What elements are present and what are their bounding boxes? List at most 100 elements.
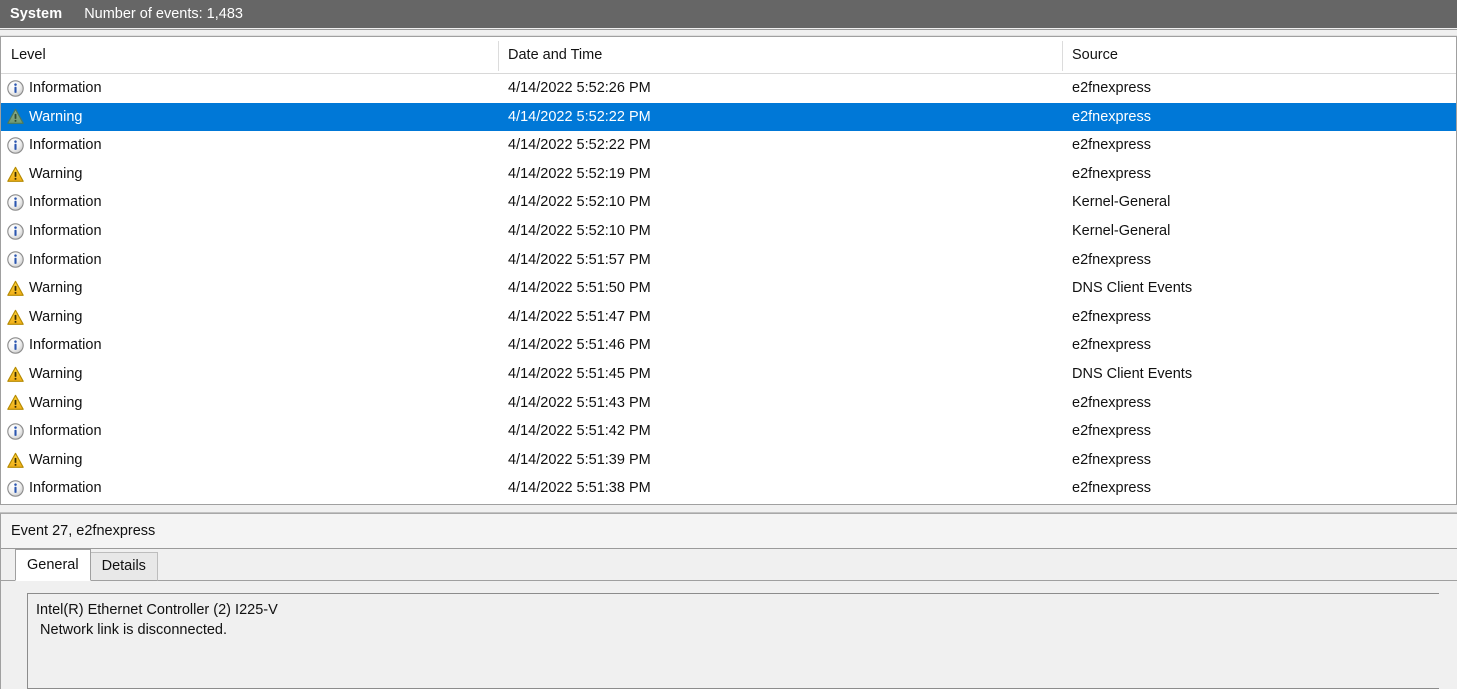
level-label: Warning bbox=[29, 108, 83, 125]
information-icon bbox=[7, 223, 24, 240]
source-label: e2fnexpress bbox=[1072, 165, 1151, 182]
top-splitter bbox=[0, 28, 1457, 36]
pane-splitter[interactable] bbox=[0, 505, 1457, 513]
level-label: Information bbox=[29, 251, 102, 268]
source-label: e2fnexpress bbox=[1072, 451, 1151, 468]
cell-source: e2fnexpress bbox=[1072, 131, 1151, 160]
source-label: DNS Client Events bbox=[1072, 365, 1193, 382]
event-list-header: Level Date and Time Source bbox=[1, 37, 1456, 74]
event-description-box[interactable]: Intel(R) Ethernet Controller (2) I225-V … bbox=[27, 593, 1439, 689]
column-header-date-and-time[interactable]: Date and Time bbox=[508, 37, 602, 73]
cell-level: Information bbox=[7, 417, 102, 446]
table-row[interactable]: Warning 4/14/2022 5:52:19 PM e2fnexpress bbox=[1, 160, 1456, 189]
table-row[interactable]: Warning 4/14/2022 5:51:50 PM DNS Client Ev… bbox=[1, 274, 1456, 303]
cell-source: Kernel-General bbox=[1072, 217, 1170, 246]
date-and-time-label: 4/14/2022 5:51:45 PM bbox=[508, 365, 651, 382]
level-label: Information bbox=[29, 80, 102, 96]
source-label: e2fnexpress bbox=[1072, 480, 1151, 497]
cell-source: Kernel-General bbox=[1072, 188, 1170, 217]
cell-date-and-time: 4/14/2022 5:52:22 PM bbox=[508, 131, 651, 160]
table-row[interactable]: Warning 4/14/2022 5:52:22 PM e2fnexpress bbox=[1, 102, 1456, 132]
source-label: e2fnexpress bbox=[1072, 137, 1151, 154]
cell-source: e2fnexpress bbox=[1072, 160, 1151, 189]
cell-date-and-time: 4/14/2022 5:51:47 PM bbox=[508, 303, 651, 332]
row-selection-highlight bbox=[1, 102, 1456, 132]
log-name-label: System bbox=[10, 6, 63, 22]
level-label: Warning bbox=[29, 451, 83, 468]
cell-date-and-time: 4/14/2022 5:51:39 PM bbox=[508, 446, 651, 475]
cell-date-and-time: 4/14/2022 5:51:38 PM bbox=[508, 474, 651, 503]
information-icon bbox=[7, 137, 24, 154]
cell-source: DNS Client Events bbox=[1072, 360, 1192, 389]
warning-icon bbox=[7, 309, 24, 325]
source-label: e2fnexpress bbox=[1072, 423, 1151, 440]
information-icon bbox=[7, 337, 24, 354]
information-icon bbox=[7, 251, 24, 269]
cell-source: e2fnexpress bbox=[1072, 246, 1151, 275]
cell-level: Information bbox=[7, 331, 102, 360]
cell-source: e2fnexpress bbox=[1072, 331, 1151, 360]
event-detail-title: Event 27, e2fnexpress bbox=[11, 523, 156, 539]
event-list-rows: Information 4/14/2022 5:52:26 PM e2fnexpre… bbox=[1, 74, 1456, 503]
table-row[interactable]: Warning 4/14/2022 5:51:43 PM e2fnexpress bbox=[1, 389, 1456, 418]
column-header-source[interactable]: Source bbox=[1072, 37, 1118, 73]
table-row[interactable]: Information 4/14/2022 5:52:10 PM Kernel-Ge… bbox=[1, 188, 1456, 217]
column-divider-2[interactable] bbox=[1062, 41, 1063, 71]
table-row[interactable]: Warning 4/14/2022 5:51:39 PM e2fnexpress bbox=[1, 446, 1456, 475]
cell-date-and-time: 4/14/2022 5:52:26 PM bbox=[508, 74, 651, 103]
warning-icon bbox=[7, 166, 24, 182]
cell-date-and-time: 4/14/2022 5:51:46 PM bbox=[508, 331, 651, 360]
level-label: Warning bbox=[29, 365, 83, 382]
information-icon bbox=[7, 194, 24, 211]
table-row[interactable]: Information 4/14/2022 5:52:22 PM e2fnexpre… bbox=[1, 131, 1456, 160]
cell-level: Information bbox=[7, 246, 102, 275]
event-description-line: Intel(R) Ethernet Controller (2) I225-V bbox=[36, 602, 278, 618]
table-row[interactable]: Information 4/14/2022 5:51:46 PM e2fnexpre… bbox=[1, 331, 1456, 360]
table-row[interactable]: Information 4/14/2022 5:52:10 PM Kernel-Ge… bbox=[1, 217, 1456, 246]
table-row[interactable]: Information 4/14/2022 5:51:57 PM e2fnexpre… bbox=[1, 246, 1456, 275]
table-row[interactable]: Warning 4/14/2022 5:51:45 PM DNS Client Ev… bbox=[1, 360, 1456, 389]
information-icon bbox=[7, 480, 24, 497]
cell-date-and-time: 4/14/2022 5:52:10 PM bbox=[508, 188, 651, 217]
cell-level: Warning bbox=[7, 389, 82, 418]
information-icon bbox=[7, 423, 24, 440]
event-detail-tab-content: Intel(R) Ethernet Controller (2) I225-V … bbox=[1, 581, 1457, 689]
table-row[interactable]: Information 4/14/2022 5:52:26 PM e2fnexpre… bbox=[1, 74, 1456, 103]
cell-level: Warning bbox=[7, 446, 82, 475]
source-label: Kernel-General bbox=[1072, 194, 1171, 211]
tab-general[interactable]: General bbox=[15, 549, 91, 581]
warning-icon bbox=[7, 280, 24, 296]
cell-source: e2fnexpress bbox=[1072, 74, 1151, 103]
date-and-time-label: 4/14/2022 5:51:42 PM bbox=[508, 423, 651, 440]
level-label: Information bbox=[29, 480, 102, 497]
cell-source: e2fnexpress bbox=[1072, 303, 1151, 332]
level-label: Information bbox=[29, 423, 102, 440]
cell-level: Information bbox=[7, 74, 102, 103]
event-detail-panel: Event 27, e2fnexpress General Details Int… bbox=[0, 513, 1457, 689]
cell-date-and-time: 4/14/2022 5:52:10 PM bbox=[508, 217, 651, 246]
date-and-time-label: 4/14/2022 5:51:46 PM bbox=[508, 337, 651, 354]
tab-details[interactable]: Details bbox=[89, 552, 158, 581]
cell-level: Information bbox=[7, 131, 102, 160]
warning-icon bbox=[7, 109, 24, 125]
table-row[interactable]: Information 4/14/2022 5:51:42 PM e2fnexpre… bbox=[1, 417, 1456, 446]
level-label: Information bbox=[29, 222, 102, 239]
event-detail-tabs: General Details bbox=[1, 549, 1457, 581]
source-label: e2fnexpress bbox=[1072, 337, 1151, 354]
warning-icon bbox=[7, 366, 24, 382]
cell-source: DNS Client Events bbox=[1072, 274, 1192, 303]
source-label: Kernel-General bbox=[1072, 222, 1171, 239]
source-label: e2fnexpress bbox=[1072, 251, 1151, 268]
table-row[interactable]: Information 4/14/2022 5:51:38 PM e2fnexpre… bbox=[1, 474, 1456, 503]
cell-level: Information bbox=[7, 188, 102, 217]
cell-date-and-time: 4/14/2022 5:51:50 PM bbox=[508, 274, 651, 303]
cell-level: Information bbox=[7, 217, 102, 246]
date-and-time-label: 4/14/2022 5:52:19 PM bbox=[508, 165, 651, 182]
level-label: Information bbox=[29, 337, 102, 354]
table-row[interactable]: Warning 4/14/2022 5:51:47 PM e2fnexpress bbox=[1, 303, 1456, 332]
event-list-panel: Level Date and Time Source Information 4/… bbox=[0, 36, 1457, 505]
date-and-time-label: 4/14/2022 5:51:39 PM bbox=[508, 451, 651, 468]
column-header-level[interactable]: Level bbox=[11, 37, 46, 73]
column-divider-1[interactable] bbox=[498, 41, 499, 71]
cell-date-and-time: 4/14/2022 5:51:43 PM bbox=[508, 389, 651, 418]
